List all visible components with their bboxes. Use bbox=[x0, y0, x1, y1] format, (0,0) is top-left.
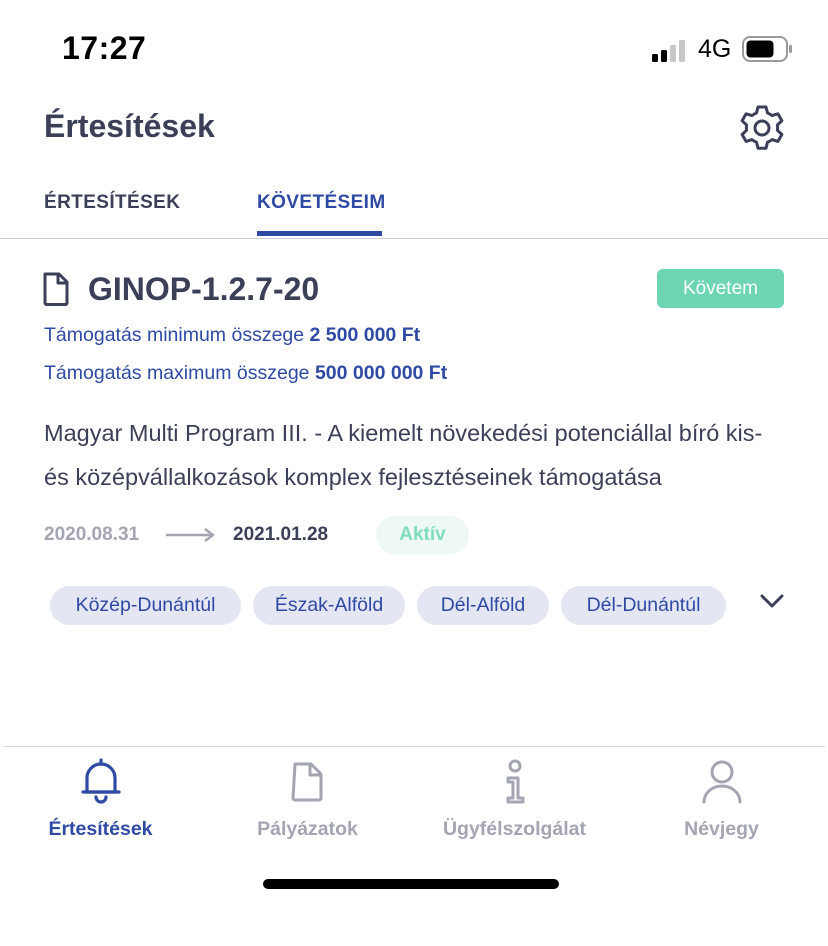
document-icon bbox=[43, 272, 69, 306]
signal-icon bbox=[652, 38, 692, 62]
region-tag[interactable]: Közép-Dunántúl bbox=[50, 586, 241, 625]
grant-card[interactable]: GINOP-1.2.7-20 Követem Támogatás minimum… bbox=[0, 238, 828, 738]
bottom-nav-divider bbox=[3, 746, 825, 747]
follow-button[interactable]: Követem bbox=[657, 269, 784, 308]
network-type: 4G bbox=[698, 35, 732, 63]
gear-icon[interactable] bbox=[738, 104, 786, 152]
info-icon bbox=[506, 759, 524, 804]
status-bar: 17:27 4G bbox=[0, 0, 828, 100]
end-date: 2021.01.28 bbox=[233, 524, 329, 545]
battery-icon bbox=[742, 36, 792, 62]
status-time: 17:27 bbox=[62, 30, 147, 66]
nav-label-support: Ügyfélszolgálat bbox=[442, 818, 587, 840]
status-badge: Aktív bbox=[376, 516, 469, 554]
min-amount-value: 2 500 000 Ft bbox=[309, 324, 421, 346]
region-tag[interactable]: Dél-Dunántúl bbox=[561, 586, 726, 625]
nav-item-notifications[interactable]: Értesítések bbox=[0, 756, 204, 851]
region-tag[interactable]: Észak-Alföld bbox=[253, 586, 405, 625]
document-icon bbox=[291, 762, 322, 802]
min-amount-label: Támogatás minimum összege bbox=[44, 324, 305, 346]
bell-icon bbox=[80, 758, 121, 804]
start-date: 2020.08.31 bbox=[44, 524, 140, 545]
chevron-down-icon[interactable] bbox=[758, 590, 786, 612]
active-tab-indicator bbox=[257, 231, 382, 236]
tab-notifications[interactable]: ÉRTESÍTÉSEK bbox=[44, 192, 180, 214]
grant-title: GINOP-1.2.7-20 bbox=[88, 271, 320, 307]
arrow-right-icon bbox=[166, 528, 215, 542]
min-amount-row: Támogatás minimum összege 2 500 000 Ft bbox=[44, 324, 420, 347]
page-title: Értesítések bbox=[44, 108, 215, 144]
nav-label-about: Névjegy bbox=[684, 818, 759, 840]
nav-item-about[interactable]: Névjegy bbox=[618, 756, 825, 851]
max-amount-label: Támogatás maximum összege bbox=[44, 362, 310, 384]
nav-label-notifications: Értesítések bbox=[48, 818, 153, 840]
grant-description: Magyar Multi Program III. - A kiemelt nö… bbox=[44, 420, 763, 490]
user-icon bbox=[702, 760, 741, 804]
tab-following[interactable]: KÖVETÉSEIM bbox=[257, 192, 386, 214]
tab-bar: ÉRTESÍTÉSEK KÖVETÉSEIM bbox=[0, 168, 828, 239]
nav-label-applications: Pályázatok bbox=[257, 818, 358, 840]
max-amount-row: Támogatás maximum összege 500 000 000 Ft bbox=[44, 362, 447, 385]
nav-item-support[interactable]: Ügyfélszolgálat bbox=[411, 756, 618, 851]
max-amount-value: 500 000 000 Ft bbox=[314, 362, 448, 384]
region-tag[interactable]: Dél-Alföld bbox=[417, 586, 549, 625]
nav-item-applications[interactable]: Pályázatok bbox=[204, 756, 411, 851]
home-indicator bbox=[263, 879, 559, 889]
